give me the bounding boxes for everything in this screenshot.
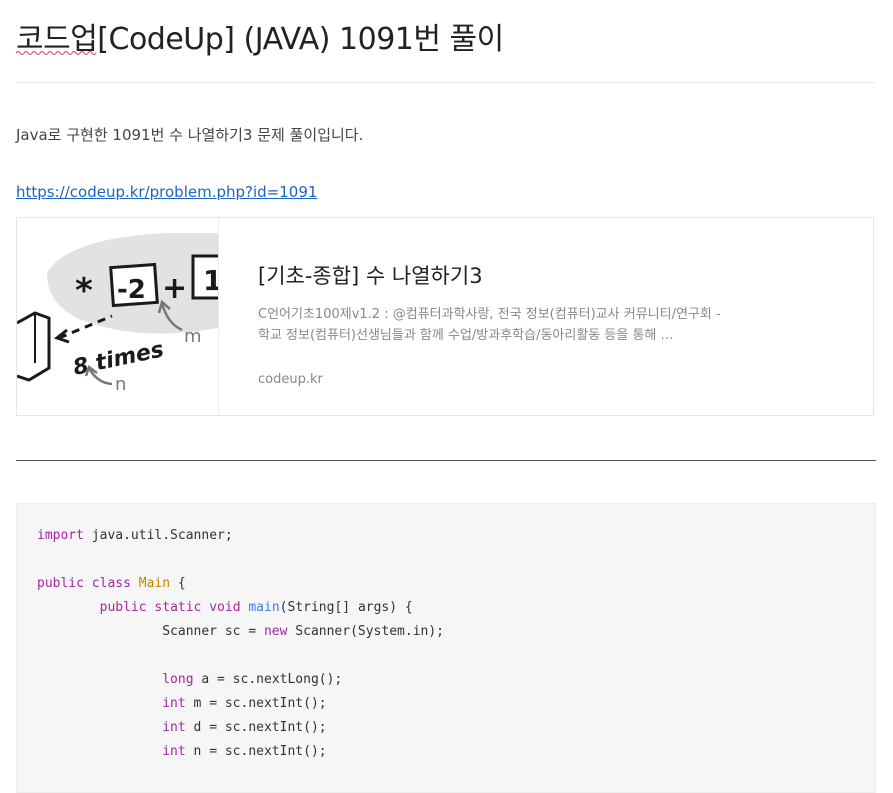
code-block: import java.util.Scanner; public class M…	[16, 503, 876, 793]
code-line: int n = sc.nextInt();	[162, 744, 327, 759]
title-divider	[16, 82, 876, 83]
code-content: import java.util.Scanner; public class M…	[37, 524, 444, 764]
spellcheck-underline	[16, 51, 97, 55]
thumbnail-label: m	[184, 326, 202, 347]
thumbnail-symbol: +	[162, 271, 187, 306]
intro-text: Java로 구현한 1091번 수 나열하기3 문제 풀이입니다.	[16, 126, 364, 144]
code-line: long a = sc.nextLong();	[162, 672, 343, 687]
thumbnail-symbol: 1	[203, 264, 218, 297]
thumbnail-symbol: *	[75, 271, 93, 311]
preview-description: C언어기초100제v1.2 : @컴퓨터과학사랑, 전국 정보(컴퓨터)교사 커…	[258, 307, 721, 343]
preview-domain: codeup.kr	[258, 372, 323, 387]
thumbnail-illustration: * -2 + 1 8 times m n	[17, 233, 218, 395]
preview-thumbnail[interactable]: * -2 + 1 8 times m n	[17, 218, 219, 415]
code-line: public static void main(String[] args) {	[99, 600, 413, 615]
thumbnail-label: n	[115, 374, 126, 395]
link-preview-card[interactable]: * -2 + 1 8 times m n [기초-종합] 수 나열하기3 C언어…	[16, 217, 874, 416]
thumbnail-symbol: -2	[117, 275, 146, 305]
code-line: int m = sc.nextInt();	[162, 696, 327, 711]
code-line: int d = sc.nextInt();	[162, 720, 327, 735]
code-line: public class Main {	[37, 576, 186, 591]
code-line: import java.util.Scanner;	[37, 528, 233, 543]
problem-link[interactable]: https://codeup.kr/problem.php?id=1091	[16, 183, 317, 201]
code-line: Scanner sc = new Scanner(System.in);	[37, 624, 445, 639]
preview-title[interactable]: [기초-종합] 수 나열하기3	[258, 260, 483, 290]
horizontal-rule	[16, 460, 876, 461]
